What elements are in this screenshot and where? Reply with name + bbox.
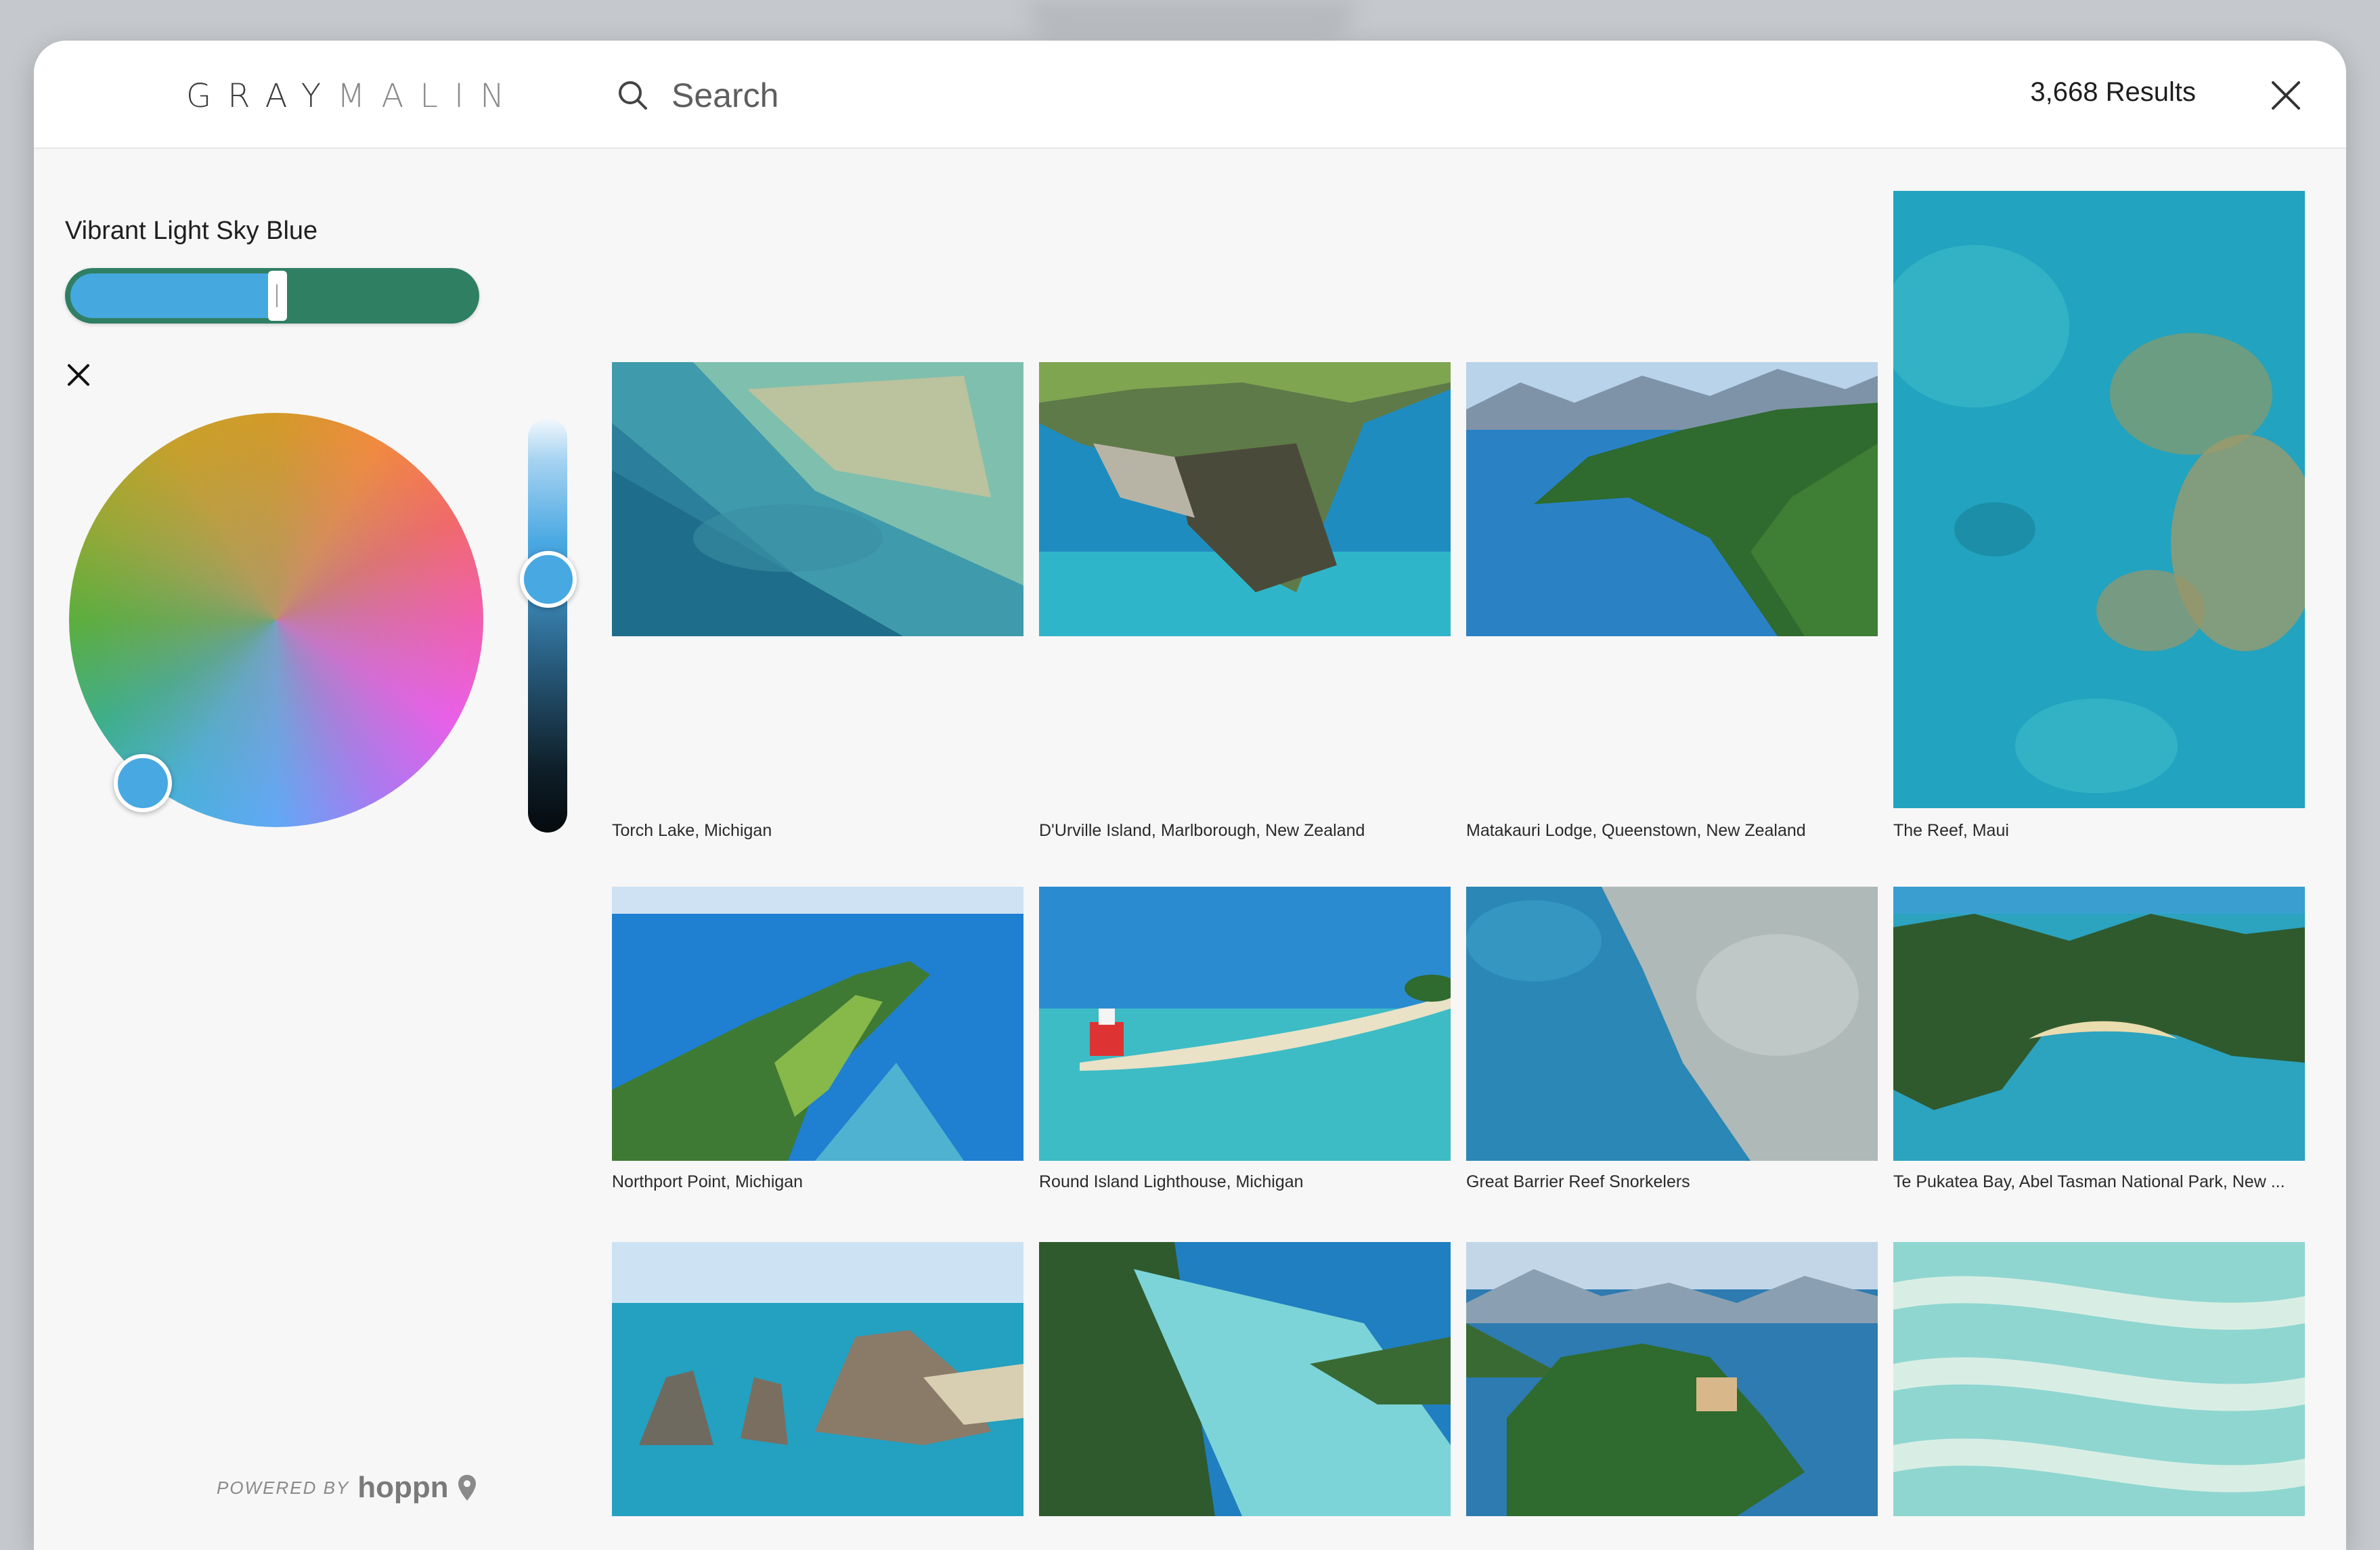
logo-text-gray: GRAY (186, 77, 338, 115)
background-window-tab (1029, 0, 1354, 38)
photo-te-pukatea-bay (1893, 887, 2305, 1161)
gallery-card[interactable]: Torch Lake, Michigan (612, 362, 1023, 840)
gallery-card[interactable]: The Reef, Maui (1893, 191, 2305, 840)
gallery-caption: Northport Point, Michigan (612, 1172, 803, 1191)
gallery-caption: Matakauri Lodge, Queenstown, New Zealand (1466, 821, 1806, 840)
photo-matakauri-lodge (1466, 362, 1878, 636)
gallery-caption: Great Barrier Reef Snorkelers (1466, 1172, 1690, 1191)
color-bar-handle[interactable] (268, 271, 287, 321)
powered-by-hoppn[interactable]: POWERED BY hoppn (217, 1467, 477, 1508)
search-input[interactable] (670, 73, 1079, 118)
photo-lake-villa (1466, 1242, 1878, 1516)
color-filter-sidebar: Vibrant Light Sky Blue POWERED BY hoppn (34, 148, 589, 1550)
photo-northport-point (612, 887, 1023, 1161)
gallery-card[interactable]: Matakauri Lodge, Queenstown, New Zealand (1466, 362, 1878, 840)
search-icon (619, 81, 647, 110)
selected-color-name: Vibrant Light Sky Blue (65, 217, 318, 245)
brightness-slider-handle[interactable] (520, 551, 577, 608)
search-modal: GRAYMALIN 3,668 Results Vibrant Light Sk… (34, 41, 2346, 1550)
gallery-card[interactable]: D'Urville Island, Marlborough, New Zeala… (1039, 362, 1451, 840)
photo-great-barrier-reef-snorkelers (1466, 887, 1878, 1161)
gallery-card[interactable] (1466, 1242, 1878, 1516)
gallery-card[interactable] (1039, 1242, 1451, 1516)
hoppn-logo: hoppn (357, 1471, 449, 1504)
photo-the-reef-maui (1893, 191, 2305, 808)
brightness-slider[interactable] (528, 418, 567, 833)
gallery-card[interactable] (612, 1242, 1023, 1516)
results-count: 3,668 Results (2030, 77, 2196, 107)
photo-rock-arches (612, 1242, 1023, 1516)
gallery-card[interactable] (1893, 1242, 2305, 1516)
location-pin-icon (458, 1475, 476, 1501)
selected-color-swatch (70, 273, 268, 318)
gallery-card[interactable]: Te Pukatea Bay, Abel Tasman National Par… (1893, 887, 2305, 1191)
clear-color-icon[interactable] (65, 361, 92, 389)
photo-shallow-sand-waves (1893, 1242, 2305, 1516)
graymalin-logo[interactable]: GRAYMALIN (186, 77, 521, 115)
modal-header: GRAYMALIN 3,668 Results (34, 41, 2346, 149)
close-icon[interactable] (2269, 79, 2303, 112)
gallery-card[interactable]: Northport Point, Michigan (612, 887, 1023, 1191)
gallery-card[interactable]: Great Barrier Reef Snorkelers (1466, 887, 1878, 1191)
photo-torch-lake (612, 362, 1023, 636)
photo-round-island-lighthouse (1039, 887, 1451, 1161)
gallery-caption: Round Island Lighthouse, Michigan (1039, 1172, 1304, 1191)
color-wheel-handle[interactable] (114, 754, 172, 812)
gallery-caption: The Reef, Maui (1893, 821, 2009, 840)
logo-text-malin: MALIN (337, 77, 521, 115)
gallery-card[interactable]: Round Island Lighthouse, Michigan (1039, 887, 1451, 1191)
selected-color-bar[interactable] (65, 268, 479, 324)
gallery-caption: D'Urville Island, Marlborough, New Zeala… (1039, 821, 1365, 840)
powered-by-label: POWERED BY (217, 1477, 350, 1498)
photo-durville-island (1039, 362, 1451, 636)
photo-sandbar-channel (1039, 1242, 1451, 1516)
gallery-caption: Torch Lake, Michigan (612, 821, 772, 840)
gallery-caption: Te Pukatea Bay, Abel Tasman National Par… (1893, 1172, 2285, 1191)
